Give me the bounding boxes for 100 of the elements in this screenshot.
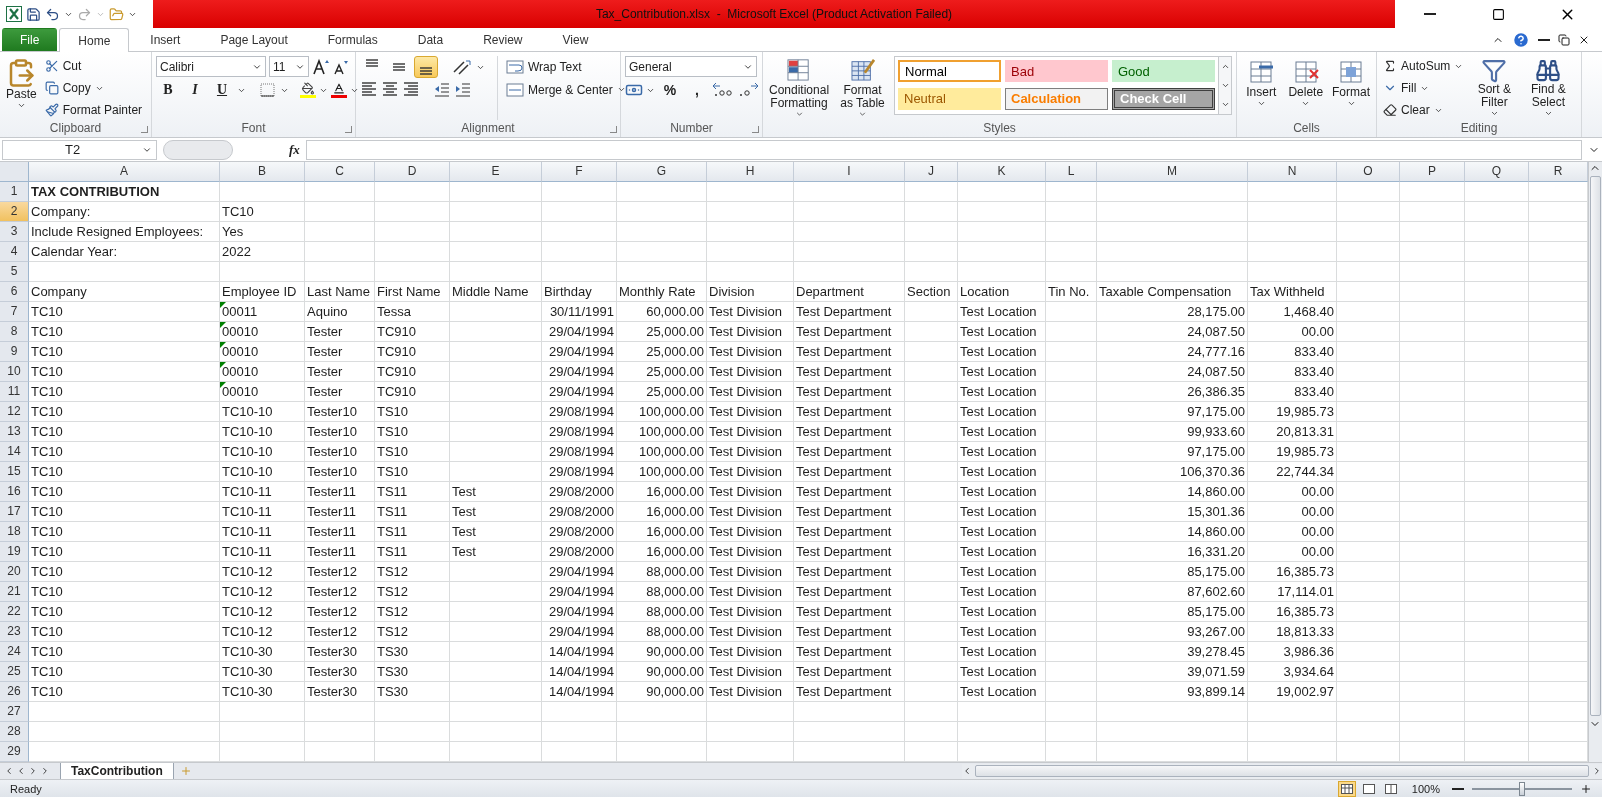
table-cell[interactable] xyxy=(1465,522,1529,542)
table-cell[interactable] xyxy=(450,302,542,322)
table-cell[interactable]: Test Department xyxy=(794,562,905,582)
table-cell[interactable] xyxy=(1337,702,1400,722)
table-cell[interactable]: 00.00 xyxy=(1248,522,1337,542)
table-cell[interactable] xyxy=(1400,222,1465,242)
table-cell[interactable]: TC10 xyxy=(29,442,220,462)
table-cell[interactable] xyxy=(1046,542,1097,562)
table-cell[interactable]: Test Department xyxy=(794,582,905,602)
find-select-button[interactable]: Find & Select xyxy=(1523,56,1574,120)
table-cell[interactable] xyxy=(1046,362,1097,382)
table-cell[interactable] xyxy=(1097,202,1248,222)
table-cell[interactable]: TC910 xyxy=(375,382,450,402)
table-cell[interactable] xyxy=(1097,702,1248,722)
table-cell[interactable] xyxy=(1046,462,1097,482)
table-cell[interactable] xyxy=(305,242,375,262)
table-cell[interactable] xyxy=(1046,382,1097,402)
table-cell[interactable]: Test Department xyxy=(794,662,905,682)
table-cell[interactable]: 30/11/1991 xyxy=(542,302,617,322)
font-style-button[interactable]: I xyxy=(183,79,207,101)
row-header[interactable]: 27 xyxy=(0,702,29,722)
table-cell[interactable]: 14,860.00 xyxy=(1097,522,1248,542)
table-cell[interactable]: 25,000.00 xyxy=(617,322,707,342)
clipboard-action[interactable]: Format Painter xyxy=(42,100,145,120)
format-table-button[interactable]: Format as Table xyxy=(835,56,890,120)
table-cell[interactable] xyxy=(542,722,617,742)
table-cell[interactable]: 14/04/1994 xyxy=(542,662,617,682)
zoom-in-icon[interactable] xyxy=(1580,782,1592,795)
table-cell[interactable] xyxy=(1046,442,1097,462)
table-cell[interactable] xyxy=(1248,182,1337,202)
table-cell[interactable] xyxy=(1400,262,1465,282)
table-cell[interactable]: 85,175.00 xyxy=(1097,562,1248,582)
table-cell[interactable] xyxy=(905,502,958,522)
table-cell[interactable]: 29/04/1994 xyxy=(542,582,617,602)
sheet-tab[interactable]: TaxContribution xyxy=(60,762,174,780)
table-cell[interactable]: TS10 xyxy=(375,402,450,422)
table-cell[interactable] xyxy=(1046,502,1097,522)
table-cell[interactable] xyxy=(617,702,707,722)
table-cell[interactable]: 00.00 xyxy=(1248,322,1337,342)
table-cell[interactable] xyxy=(450,402,542,422)
table-cell[interactable]: 93,267.00 xyxy=(1097,622,1248,642)
table-cell[interactable] xyxy=(1337,682,1400,702)
table-cell[interactable]: TC10 xyxy=(29,342,220,362)
column-header[interactable]: P xyxy=(1400,162,1465,182)
table-cell[interactable]: Test Division xyxy=(707,302,794,322)
table-cell[interactable] xyxy=(1046,642,1097,662)
table-cell[interactable]: TC10-11 xyxy=(220,502,305,522)
table-cell[interactable]: Tester10 xyxy=(305,402,375,422)
table-cell[interactable] xyxy=(542,262,617,282)
table-cell[interactable]: Tester xyxy=(305,362,375,382)
table-cell[interactable]: 24,087.50 xyxy=(1097,322,1248,342)
table-cell[interactable]: Test Location xyxy=(958,622,1046,642)
table-cell[interactable]: 833.40 xyxy=(1248,342,1337,362)
table-cell[interactable]: Department xyxy=(794,282,905,302)
table-cell[interactable] xyxy=(1337,562,1400,582)
table-cell[interactable]: Tester xyxy=(305,342,375,362)
table-cell[interactable]: TC10 xyxy=(29,662,220,682)
row-header[interactable]: 29 xyxy=(0,742,29,762)
table-cell[interactable]: Test Division xyxy=(707,582,794,602)
table-cell[interactable] xyxy=(1046,182,1097,202)
table-cell[interactable]: Test Location xyxy=(958,302,1046,322)
help-icon[interactable] xyxy=(1512,31,1530,49)
table-cell[interactable]: TC10 xyxy=(29,502,220,522)
grow-font-icon[interactable] xyxy=(312,57,330,76)
table-cell[interactable] xyxy=(905,302,958,322)
table-cell[interactable]: Company xyxy=(29,282,220,302)
table-cell[interactable]: 106,370.36 xyxy=(1097,462,1248,482)
column-header[interactable]: Q xyxy=(1465,162,1529,182)
increase-decimal-icon[interactable] xyxy=(712,82,734,98)
row-header[interactable]: 20 xyxy=(0,562,29,582)
table-cell[interactable] xyxy=(1400,422,1465,442)
cells-button[interactable]: Format xyxy=(1330,56,1372,120)
table-cell[interactable] xyxy=(450,322,542,342)
table-cell[interactable]: 100,000.00 xyxy=(617,402,707,422)
table-cell[interactable] xyxy=(542,242,617,262)
table-cell[interactable] xyxy=(375,182,450,202)
table-cell[interactable] xyxy=(1337,202,1400,222)
table-cell[interactable] xyxy=(905,222,958,242)
table-cell[interactable] xyxy=(305,182,375,202)
last-sheet-icon[interactable] xyxy=(40,766,50,776)
table-cell[interactable] xyxy=(707,182,794,202)
table-cell[interactable] xyxy=(1400,402,1465,422)
table-cell[interactable] xyxy=(1046,242,1097,262)
ribbon-tab[interactable]: Formulas xyxy=(308,28,397,51)
table-cell[interactable]: 39,278.45 xyxy=(1097,642,1248,662)
folder-icon[interactable] xyxy=(109,6,124,22)
table-cell[interactable] xyxy=(905,562,958,582)
table-cell[interactable] xyxy=(1400,702,1465,722)
table-cell[interactable] xyxy=(1097,722,1248,742)
table-cell[interactable] xyxy=(450,722,542,742)
table-cell[interactable]: TC10 xyxy=(29,322,220,342)
new-sheet-icon[interactable] xyxy=(179,765,192,777)
table-cell[interactable]: Test xyxy=(450,502,542,522)
table-cell[interactable] xyxy=(1046,262,1097,282)
table-cell[interactable] xyxy=(1465,242,1529,262)
table-cell[interactable]: TC10-12 xyxy=(220,602,305,622)
row-header[interactable]: 8 xyxy=(0,322,29,342)
table-cell[interactable] xyxy=(1465,582,1529,602)
table-cell[interactable] xyxy=(1337,242,1400,262)
table-cell[interactable] xyxy=(1465,302,1529,322)
